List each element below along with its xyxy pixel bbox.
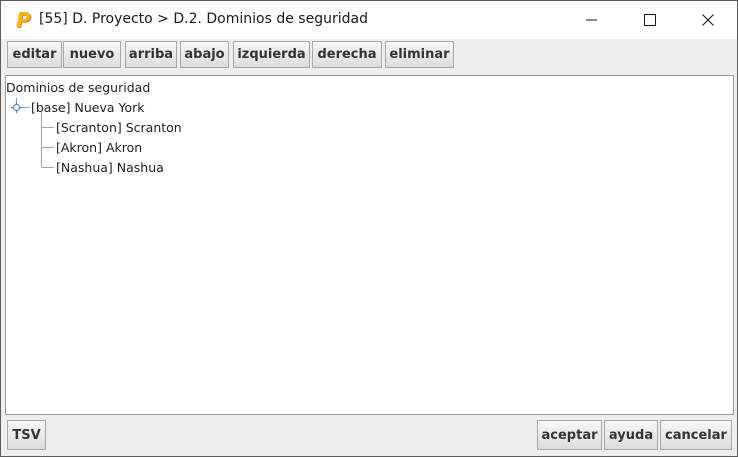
toolbar: editar nuevo arriba abajo izquierda dere… [1, 39, 737, 71]
window-title: [55] D. Proyecto > D.2. Dominios de segu… [39, 11, 368, 27]
minimize-icon [586, 19, 597, 21]
close-button[interactable] [679, 1, 737, 39]
eliminar-button[interactable]: eliminar [385, 41, 454, 68]
dialog-window: P [55] D. Proyecto > D.2. Dominios de se… [0, 0, 738, 457]
tree-node-child[interactable]: [Scranton] Scranton [56, 120, 182, 135]
title-bar[interactable]: P [55] D. Proyecto > D.2. Dominios de se… [1, 1, 737, 39]
tree-root-label: Dominios de seguridad [6, 80, 151, 95]
arriba-button[interactable]: arriba [125, 41, 177, 68]
app-logo-icon: P [16, 8, 31, 32]
close-icon [702, 14, 714, 26]
abajo-button[interactable]: abajo [180, 41, 229, 68]
cancelar-button[interactable]: cancelar [660, 420, 732, 450]
footer-bar: TSV aceptar ayuda cancelar [1, 417, 737, 456]
maximize-button[interactable] [621, 1, 679, 39]
derecha-button[interactable]: derecha [312, 41, 382, 68]
tree-node-child[interactable]: [Nashua] Nashua [56, 160, 164, 175]
minimize-button[interactable] [563, 1, 621, 39]
nuevo-button[interactable]: nuevo [63, 41, 121, 68]
tree-expand-toggle-icon[interactable] [11, 102, 22, 113]
tree-node-child[interactable]: [Akron] Akron [56, 140, 142, 155]
aceptar-button[interactable]: aceptar [537, 420, 602, 450]
security-domains-tree[interactable]: Dominios de seguridad [base] Nueva York … [5, 75, 734, 415]
tsv-button[interactable]: TSV [7, 420, 46, 450]
editar-button[interactable]: editar [7, 41, 62, 68]
tree-node-base[interactable]: [base] Nueva York [31, 100, 145, 115]
izquierda-button[interactable]: izquierda [233, 41, 310, 68]
ayuda-button[interactable]: ayuda [604, 420, 658, 450]
maximize-icon [644, 14, 656, 26]
